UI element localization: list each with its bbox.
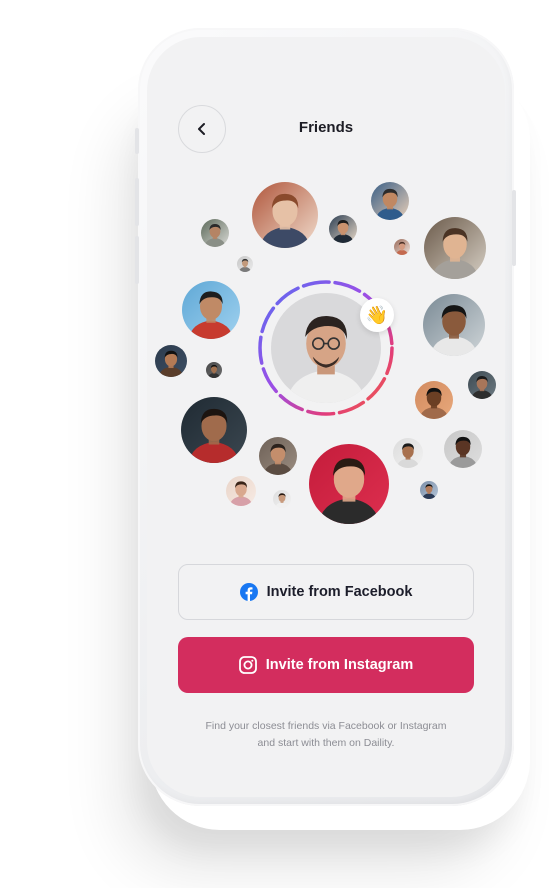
friend-avatar[interactable] <box>423 294 485 356</box>
friend-avatar[interactable] <box>420 481 438 499</box>
invite-facebook-label: Invite from Facebook <box>266 584 413 600</box>
power-button <box>512 190 516 266</box>
friend-avatar[interactable] <box>226 476 256 506</box>
friend-avatar[interactable] <box>259 437 297 475</box>
volume-up-button <box>135 178 139 226</box>
volume-down-button <box>135 236 139 284</box>
friend-avatar[interactable] <box>309 444 389 524</box>
friend-avatar[interactable] <box>394 239 410 255</box>
mute-switch <box>135 128 139 154</box>
friend-avatar[interactable] <box>155 345 187 377</box>
friend-avatar[interactable] <box>201 219 229 247</box>
friend-avatar[interactable] <box>237 256 253 272</box>
friend-avatar[interactable] <box>415 381 453 419</box>
app-screen: Friends 👋 Invite from Facebook Invite fr… <box>147 37 505 797</box>
friend-avatar[interactable] <box>273 490 291 508</box>
instagram-icon <box>238 656 257 674</box>
friend-avatar[interactable] <box>329 215 357 243</box>
wave-reaction-badge: 👋 <box>360 298 394 332</box>
invite-instagram-button[interactable]: Invite from Instagram <box>178 637 474 693</box>
friend-avatar[interactable] <box>182 281 240 339</box>
wave-emoji: 👋 <box>365 304 389 326</box>
footer-description: Find your closest friends via Facebook o… <box>205 720 447 749</box>
invite-instagram-label: Invite from Instagram <box>265 657 414 673</box>
friend-avatar[interactable] <box>252 182 318 248</box>
friend-avatar[interactable] <box>206 362 222 378</box>
friend-avatar[interactable] <box>371 182 409 220</box>
friend-avatar[interactable] <box>468 371 496 399</box>
friend-avatar[interactable] <box>444 430 482 468</box>
facebook-icon <box>239 583 258 601</box>
friend-avatar[interactable] <box>424 217 486 279</box>
friend-avatar[interactable] <box>393 438 423 468</box>
friend-avatar[interactable] <box>181 397 247 463</box>
page-title: Friends <box>298 119 354 136</box>
invite-facebook-button[interactable]: Invite from Facebook <box>178 564 474 620</box>
